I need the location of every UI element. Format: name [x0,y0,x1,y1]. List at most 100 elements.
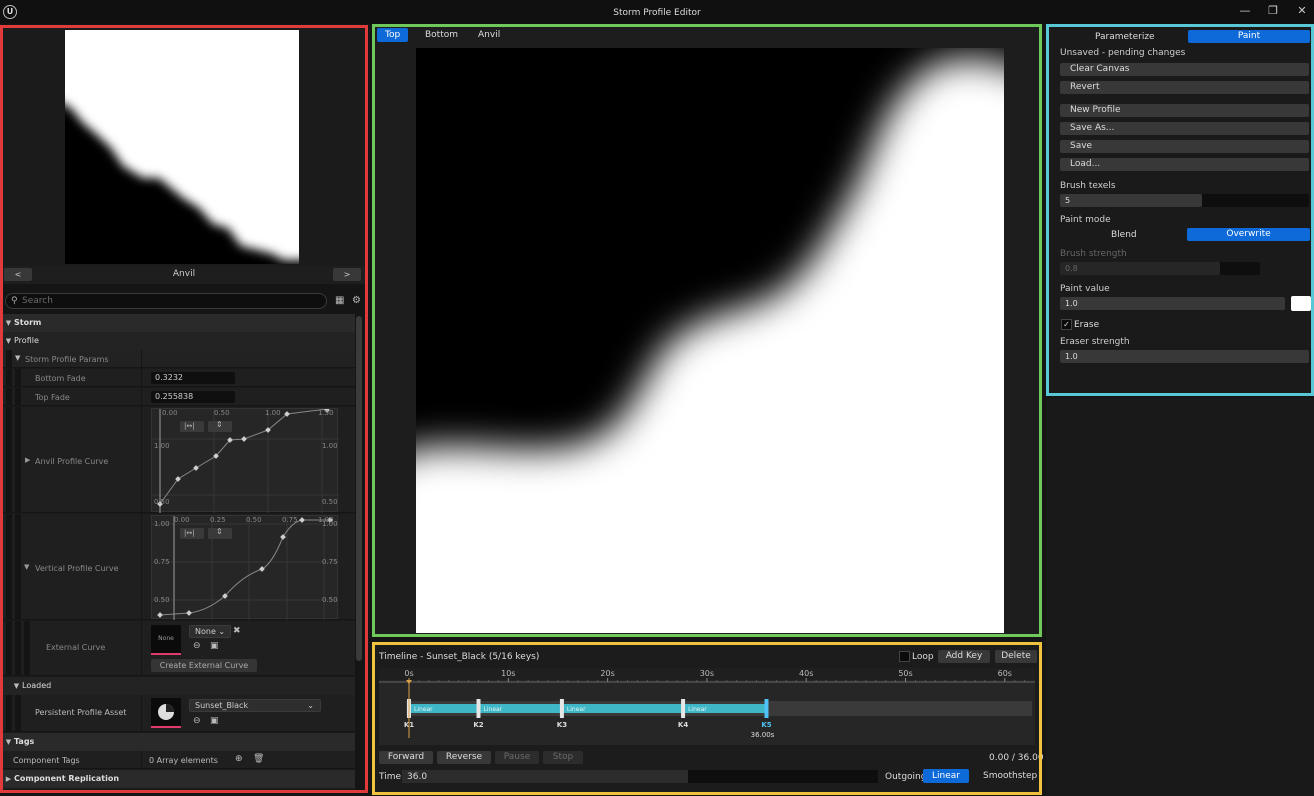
details-panel: ▼ Storm ▼ Profile ▼ Storm Profile Params B… [3,314,355,790]
timeline-active-segment [409,704,767,713]
fit-horizontal-icon[interactable]: |↔| [184,529,195,537]
fit-vertical-icon[interactable]: ⇕ [216,527,223,536]
category-tags[interactable]: ▼ Tags [3,733,355,751]
interp-linear-button[interactable]: Linear [923,769,969,783]
tab-top[interactable]: Top [377,28,409,42]
playback-progress: 0.00 / 36.00 [989,753,1044,763]
collapse-arrow-icon: ▼ [5,319,12,327]
ruler-label: 30s [700,669,714,678]
collapse-arrow-icon: ▼ [15,354,21,362]
time-slider[interactable]: 36.0 [402,770,878,783]
stop-button[interactable]: Stop [543,751,583,764]
collapse-arrow-icon[interactable]: ▼ [24,563,29,571]
paint-canvas[interactable] [416,48,1004,633]
details-search-row: ⚲ ▦ ⚙ [3,291,365,311]
next-profile-button[interactable]: > [333,268,361,281]
bottom-fade-input[interactable]: 0.3232 [151,372,235,384]
loop-checkbox[interactable] [899,651,910,662]
window-title: Storm Profile Editor [613,8,701,18]
fit-vertical-icon[interactable]: ⇕ [216,420,223,429]
revert-button[interactable]: Revert [1060,81,1309,94]
segment-interp-label: Linear [414,706,433,713]
minimize-button[interactable]: — [1234,4,1256,18]
segment-interp-label: Linear [567,706,586,713]
loop-label: Loop [912,652,934,662]
clear-canvas-button[interactable]: Clear Canvas [1060,63,1309,76]
keyframe-label: K5 [761,721,771,729]
brush-strength-slider[interactable]: 0.8 [1060,262,1260,275]
segment-interp-label: Linear [484,706,503,713]
use-selected-arrow-icon[interactable]: ⊖ [193,641,201,651]
use-selected-arrow-icon[interactable]: ⊖ [193,716,201,726]
expand-arrow-icon: ▶ [5,775,12,783]
keyframe-label: K4 [678,721,688,729]
fit-horizontal-icon[interactable]: |↔| [184,422,195,430]
ruler-label: 60s [998,669,1012,678]
storm-profile-params-group[interactable]: ▼ Storm Profile Params [3,350,355,368]
paint-mode-overwrite-option[interactable]: Overwrite [1187,228,1310,241]
paint-value-slider[interactable]: 1.0 [1060,297,1285,310]
close-button[interactable]: ✕ [1291,4,1313,18]
pause-button[interactable]: Pause [495,751,539,764]
save-as-button[interactable]: Save As... [1060,122,1309,135]
details-scrollbar[interactable] [356,316,362,661]
property-vertical-profile-curve: ▼ Vertical Profile Curve |↔| ⇕ 0.00 0.25… [3,514,355,620]
collapse-arrow-icon: ▼ [13,682,20,690]
eraser-strength-label: Eraser strength [1060,337,1130,347]
tab-bottom[interactable]: Bottom [417,28,466,42]
browse-folder-icon[interactable]: ▣ [210,641,219,651]
ruler-label: 50s [898,669,912,678]
category-storm[interactable]: ▼ Storm [3,314,355,332]
forward-button[interactable]: Forward [379,751,433,764]
asset-thumbnail[interactable] [151,698,181,728]
search-input[interactable] [22,295,312,307]
brush-texels-slider[interactable]: 5 [1060,194,1309,207]
search-icon: ⚲ [11,296,18,306]
mode-paint-tab[interactable]: Paint [1188,30,1310,43]
restore-button[interactable]: ❐ [1262,4,1284,18]
interp-smoothstep-button[interactable]: Smoothstep [983,771,1037,781]
selected-key-time: 36.00s [751,731,775,739]
ruler-label: 0s [404,669,413,678]
paint-mode-label: Paint mode [1060,215,1111,225]
ruler-label: 10s [501,669,515,678]
segment-interp-label: Linear [688,706,707,713]
persistent-asset-combo[interactable]: Sunset_Black ⌄ [189,699,321,712]
browse-folder-icon[interactable]: ▣ [210,716,219,726]
timeline-track[interactable]: 0s10s20s30s40s50s60sLinearK1LinearK2Line… [379,668,1035,745]
external-curve-combo[interactable]: None ⌄ [189,625,231,638]
delete-trash-icon[interactable]: 🗑 [253,754,264,764]
paint-mode-blend-option[interactable]: Blend [1111,230,1137,240]
new-profile-button[interactable]: New Profile [1060,104,1309,117]
eraser-strength-slider[interactable]: 1.0 [1060,350,1309,363]
add-element-icon[interactable]: ⊕ [235,754,243,764]
tab-anvil[interactable]: Anvil [470,28,508,42]
vertical-curve-editor[interactable]: |↔| ⇕ 0.00 0.25 0.50 0.75 1.00 1.00 0.75… [151,515,339,620]
external-curve-thumbnail[interactable]: None [151,625,181,655]
erase-checkbox[interactable]: ✓ [1061,319,1072,330]
category-profile[interactable]: ▼ Profile [3,332,355,350]
delete-key-button[interactable]: Delete [995,650,1037,663]
collapse-arrow-icon: ▼ [5,738,12,746]
category-loaded[interactable]: ▼ Loaded [3,677,355,695]
search-box[interactable]: ⚲ [5,293,327,309]
settings-gear-icon[interactable]: ⚙ [352,295,361,306]
add-key-button[interactable]: Add Key [938,650,990,663]
ruler-label: 20s [600,669,614,678]
create-external-curve-button[interactable]: Create External Curve [151,659,257,672]
paint-color-swatch[interactable] [1291,296,1311,311]
clear-x-icon[interactable]: ✖ [233,626,241,636]
save-button[interactable]: Save [1060,140,1309,153]
mode-parameterize-tab[interactable]: Parameterize [1095,32,1155,42]
category-component-replication[interactable]: ▶ Component Replication [3,770,355,788]
reverse-button[interactable]: Reverse [437,751,491,764]
right-empty-area [1046,398,1314,796]
table-view-icon[interactable]: ▦ [335,295,344,306]
time-slider-fill [402,770,688,783]
anvil-curve-editor[interactable]: |↔| ⇕ 0.00 0.50 1.00 1.50 1.00 0.50 1.00… [151,407,339,513]
top-fade-input[interactable]: 0.255838 [151,391,235,403]
timeline-title: Timeline - Sunset_Black (5/16 keys) [379,652,540,662]
keyframe-marker [559,699,564,718]
expand-arrow-icon[interactable]: ▶ [25,456,30,464]
load-button[interactable]: Load... [1060,158,1309,171]
